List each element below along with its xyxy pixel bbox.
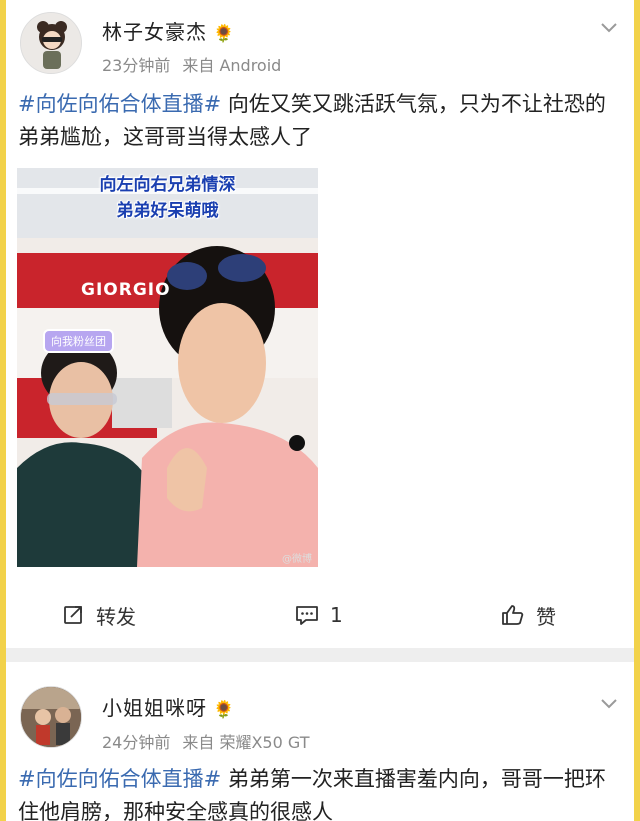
repost-label: 转发 (96, 604, 136, 629)
video-frame-image (17, 168, 318, 567)
video-caption-line1: 向左向右兄弟情深 (99, 175, 236, 195)
post-video-thumbnail[interactable]: 向左向右兄弟情深 弟弟好呆萌哦 GIORGIO 向我粉丝团 @微博 (17, 168, 318, 567)
avatar[interactable] (20, 12, 82, 74)
hashtag-link[interactable]: #向佐向佑合体直播# (18, 767, 221, 791)
post-time: 24分钟前 (102, 733, 171, 752)
repost-icon (64, 606, 82, 624)
feed: 林子女豪杰 🌻 23分钟前 来自 Android #向佐向佑合体直播# 向佐又笑又跳… (6, 0, 634, 821)
username-text[interactable]: 林子女豪杰 (102, 20, 207, 44)
chevron-down-icon[interactable] (598, 692, 620, 714)
username[interactable]: 小姐姐咪呀 🌻 (102, 692, 235, 721)
post-time: 23分钟前 (102, 56, 171, 75)
thumbs-up-icon (502, 605, 524, 625)
weibo-post: 林子女豪杰 🌻 23分钟前 来自 Android #向佐向佑合体直播# 向佐又笑又跳… (6, 0, 634, 648)
post-meta: 23分钟前 来自 Android (102, 52, 281, 76)
post-divider (6, 648, 634, 662)
comment-button[interactable]: 1 (294, 600, 343, 630)
comment-icon (296, 606, 318, 625)
sunflower-badge-icon: 🌻 (213, 24, 236, 44)
watermark: @微博 (282, 554, 312, 565)
username-text[interactable]: 小姐姐咪呀 (102, 696, 207, 720)
post-actions: 转发 1 赞 (6, 592, 634, 638)
video-caption-line2: 弟弟好呆萌哦 (116, 201, 219, 221)
post-source: 来自 Android (182, 56, 282, 75)
post-text: #向佐向佑合体直播# 向佐又笑又跳活跃气氛，只为不让社恐的弟弟尴尬，这哥哥当得太… (18, 88, 618, 154)
username[interactable]: 林子女豪杰 🌻 (102, 16, 235, 45)
comment-count: 1 (330, 603, 343, 627)
like-label: 赞 (536, 604, 556, 629)
like-button[interactable]: 赞 (500, 600, 556, 630)
post-text: #向佐向佑合体直播# 弟弟第一次来直播害羞内向，哥哥一把环住他肩膀，那种安全感真… (18, 763, 618, 821)
weibo-post: 小姐姐咪呀 🌻 24分钟前 来自 荣耀X50 GT #向佐向佑合体直播# 弟弟第一次… (6, 662, 634, 821)
post-source: 来自 荣耀X50 GT (182, 733, 310, 752)
sunflower-badge-icon: 🌻 (213, 700, 236, 720)
chevron-down-icon[interactable] (598, 16, 620, 38)
fan-group-sticker: 向我粉丝团 (43, 329, 114, 353)
post-meta: 24分钟前 来自 荣耀X50 GT (102, 729, 309, 753)
hashtag-link[interactable]: #向佐向佑合体直播# (18, 92, 221, 116)
repost-button[interactable]: 转发 (62, 600, 136, 630)
avatar[interactable] (20, 686, 82, 748)
store-sign: GIORGIO (81, 280, 171, 300)
